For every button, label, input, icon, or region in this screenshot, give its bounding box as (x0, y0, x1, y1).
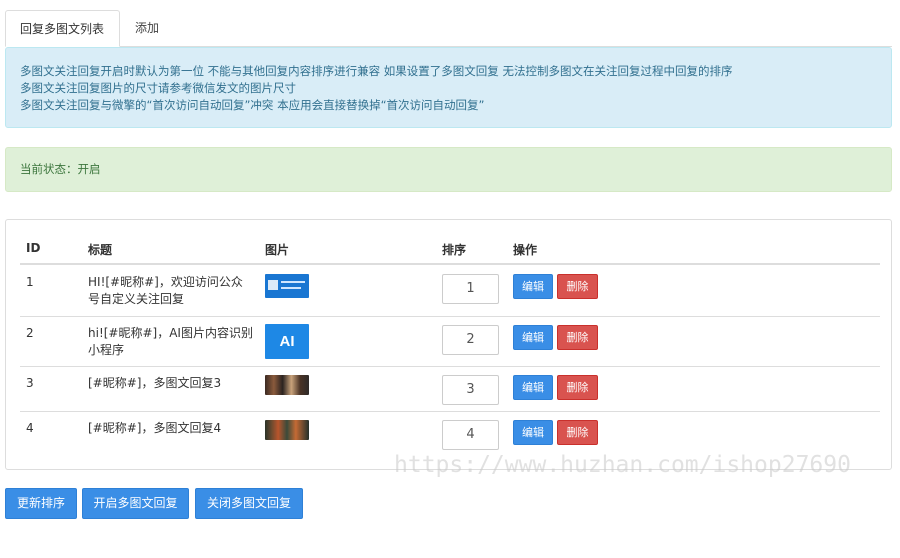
info-line: 多图文关注回复图片的尺寸请参考微信发文的图片尺寸 (20, 81, 296, 95)
delete-button[interactable]: 删除 (557, 325, 598, 350)
status-text: 当前状态：开启 (20, 162, 101, 176)
table-header: ID 标题 图片 排序 操作 (20, 232, 880, 265)
banner-thumbnail-icon (265, 274, 309, 298)
info-line: 多图文关注回复开启时默认为第一位 不能与其他回复内容排序进行兼容 如果设置了多图… (20, 64, 733, 78)
row-title: HI![#昵称#]，欢迎访问公众号自定义关注回复 (88, 275, 243, 306)
edit-button[interactable]: 编辑 (513, 375, 553, 400)
table-row: 1 HI![#昵称#]，欢迎访问公众号自定义关注回复 1 编辑 删除 (20, 266, 880, 317)
watermark: https://www.huzhan.com/ishop27690 (394, 452, 851, 478)
photo-thumbnail-icon (265, 375, 309, 395)
reply-table-panel: ID 标题 图片 排序 操作 1 HI![#昵称#]，欢迎访问公众号自定义关注回… (5, 219, 892, 470)
table-row: 4 [#昵称#]，多图文回复4 4 编辑 删除 (20, 412, 880, 457)
order-input[interactable]: 2 (442, 325, 499, 355)
row-title: hi![#昵称#]，AI图片内容识别小程序 (88, 326, 253, 357)
order-input[interactable]: 4 (442, 420, 499, 450)
photo-thumbnail-icon (265, 420, 309, 440)
header-image: 图片 (265, 243, 290, 257)
delete-button[interactable]: 删除 (557, 375, 598, 400)
row-id: 2 (26, 326, 34, 340)
header-actions: 操作 (513, 243, 538, 257)
row-title: [#昵称#]，多图文回复3 (88, 376, 222, 390)
header-order: 排序 (442, 243, 467, 257)
header-title: 标题 (88, 243, 113, 257)
tab-reply-list[interactable]: 回复多图文列表 (5, 10, 120, 47)
delete-button[interactable]: 删除 (557, 420, 598, 445)
enable-reply-button[interactable]: 开启多图文回复 (82, 488, 189, 519)
table-row: 2 hi![#昵称#]，AI图片内容识别小程序 AI 2 编辑 删除 (20, 317, 880, 367)
tab-add[interactable]: 添加 (121, 10, 173, 47)
info-line: 多图文关注回复与微擎的“首次访问自动回复”冲突 本应用会直接替换掉“首次访问自动… (20, 98, 485, 112)
row-id: 4 (26, 421, 34, 435)
tab-bar: 回复多图文列表 添加 (5, 10, 892, 47)
edit-button[interactable]: 编辑 (513, 274, 553, 299)
table-row: 3 [#昵称#]，多图文回复3 3 编辑 删除 (20, 367, 880, 412)
disable-reply-button[interactable]: 关闭多图文回复 (195, 488, 303, 519)
ai-thumbnail-icon: AI (265, 324, 309, 359)
row-id: 1 (26, 275, 34, 289)
order-input[interactable]: 3 (442, 375, 499, 405)
row-id: 3 (26, 376, 34, 390)
status-alert: 当前状态：开启 (5, 147, 892, 192)
delete-button[interactable]: 删除 (557, 274, 598, 299)
header-id: ID (26, 241, 41, 255)
info-alert: 多图文关注回复开启时默认为第一位 不能与其他回复内容排序进行兼容 如果设置了多图… (5, 47, 892, 128)
order-input[interactable]: 1 (442, 274, 499, 304)
row-title: [#昵称#]，多图文回复4 (88, 421, 222, 435)
update-order-button[interactable]: 更新排序 (5, 488, 77, 519)
edit-button[interactable]: 编辑 (513, 325, 553, 350)
edit-button[interactable]: 编辑 (513, 420, 553, 445)
